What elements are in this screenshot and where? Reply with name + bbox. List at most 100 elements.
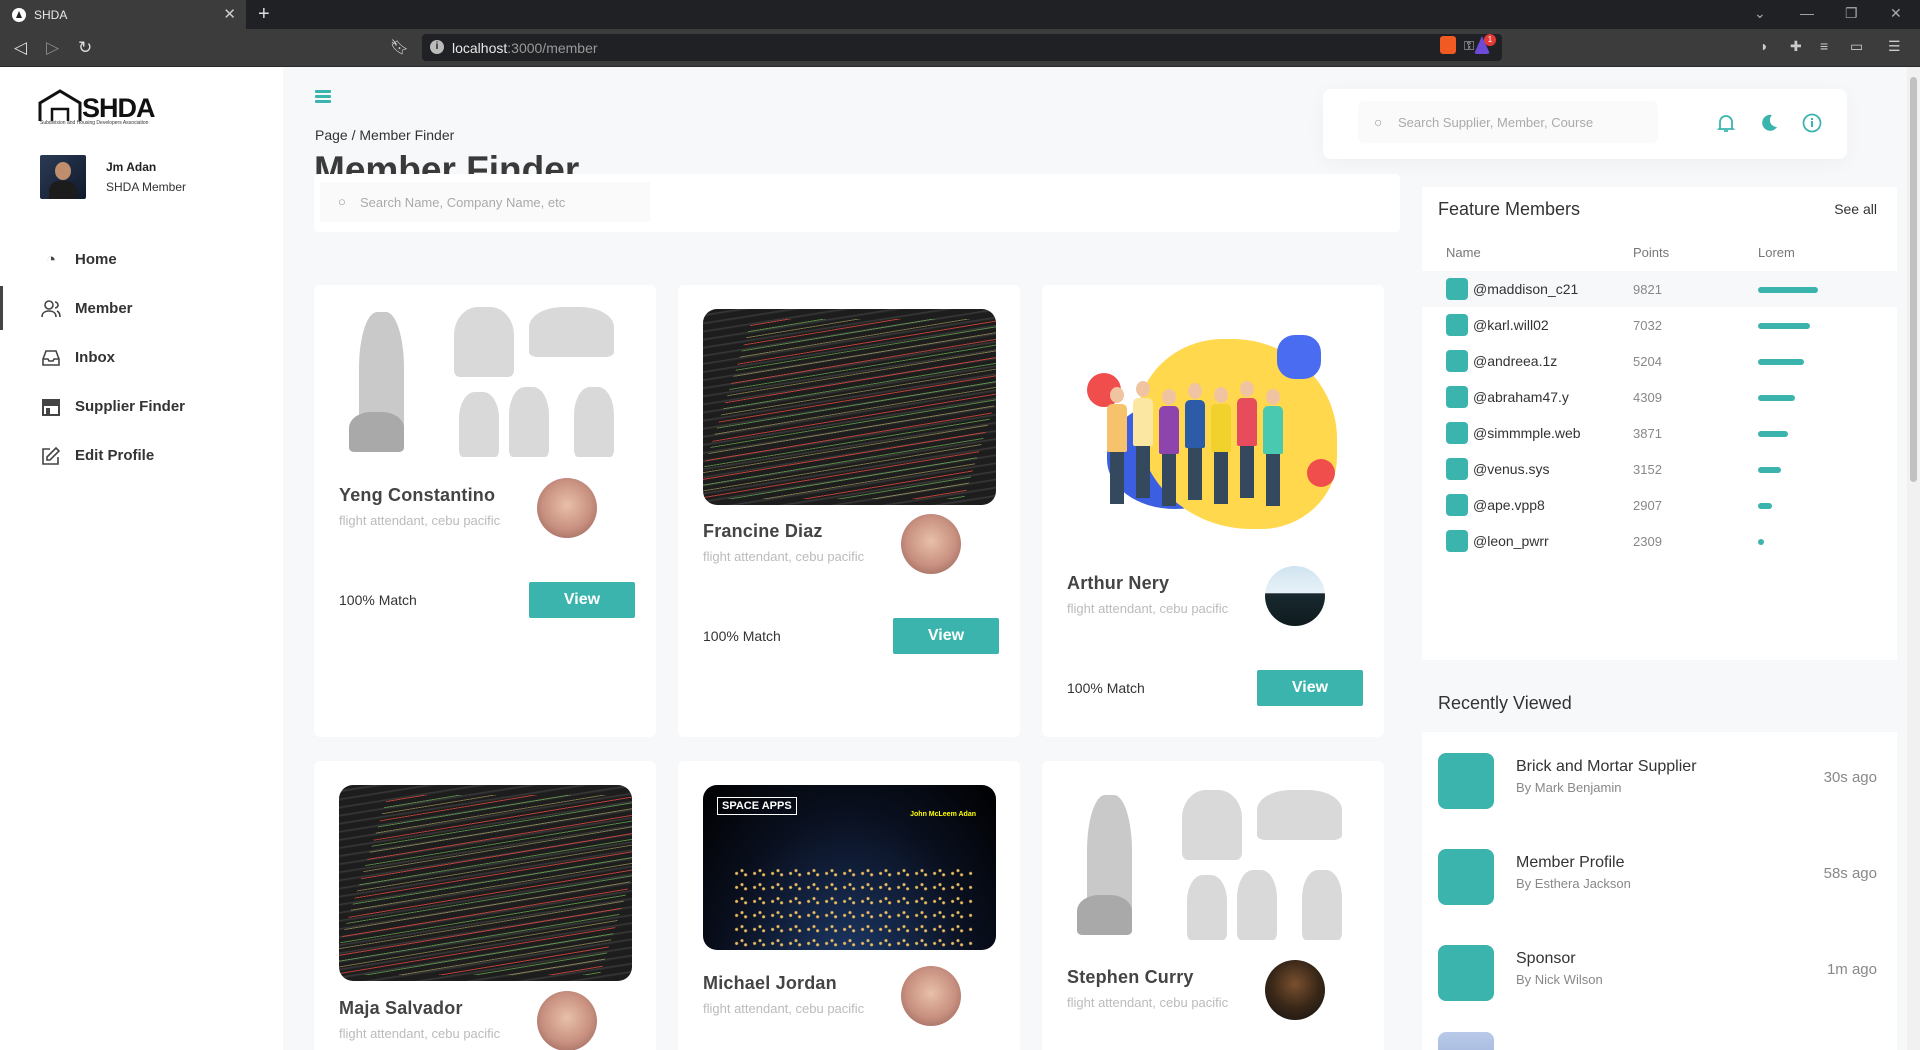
workout-illustration-image [339,302,632,468]
column-header-points: Points [1633,245,1670,260]
match-label: 100% Match [703,628,781,644]
bookmark-icon[interactable]: 🔖︎ [390,38,409,56]
points-bar [1758,467,1781,473]
feature-member-row[interactable]: @simmmple.web 3871 [1422,415,1897,451]
code-screen-image [339,785,632,981]
scrollbar-thumb[interactable] [1910,77,1917,482]
member-card: SPACE APPS John McLeem Adan Michael Jord… [678,761,1020,1050]
see-all-link[interactable]: See all [1834,201,1877,217]
feature-member-row[interactable]: @venus.sys 3152 [1422,451,1897,487]
browser-tab[interactable]: SHDA ✕ [0,0,246,29]
sidebar-item-inbox[interactable]: Inbox [0,333,283,382]
member-card: Arthur Nery flight attendant, cebu pacif… [1042,285,1384,737]
member-color-swatch [1446,350,1468,372]
user-name: Jm Adan [106,160,157,174]
recent-item-time: 58s ago [1823,865,1877,882]
points-bar [1758,323,1810,329]
forward-icon[interactable]: ▷ [46,38,59,58]
recent-item[interactable]: Member Profile By Esthera Jackson 58s ag… [1422,828,1897,924]
recently-viewed-title: Recently Viewed [1438,693,1572,713]
sidebar-item-edit-profile[interactable]: Edit Profile [0,431,283,480]
member-subtitle: flight attendant, cebu pacific [1067,601,1229,616]
wallet-card-icon[interactable]: ▭ [1850,38,1866,54]
url-host: localhost [452,39,508,56]
feature-member-row[interactable]: @ape.vpp8 2907 [1422,487,1897,523]
sidebar-item-supplier-finder[interactable]: Supplier Finder [0,382,283,431]
member-name: Arthur Nery [1067,573,1170,593]
member-handle: @abraham47.y [1473,389,1569,405]
page-scrollbar[interactable] [1907,67,1920,1050]
member-name: Stephen Curry [1067,967,1194,987]
recent-item[interactable]: Sponsor By Nick Wilson 1m ago [1422,924,1897,1020]
member-avatar [537,991,597,1050]
sidebar-item-label: Member [75,300,133,317]
global-search-placeholder: Search Supplier, Member, Course [1398,114,1594,130]
member-subtitle: flight attendant, cebu pacific [1067,995,1229,1010]
member-search-bar: ○ Search Name, Company Name, etc [314,174,1400,232]
user-role: SHDA Member [106,180,187,194]
member-color-swatch [1446,278,1468,300]
hamburger-menu-icon[interactable] [315,90,331,104]
store-icon [40,396,62,418]
sidebar-item-home[interactable]: ◔ Home [0,235,283,284]
info-icon[interactable] [1801,113,1823,135]
member-subtitle: flight attendant, cebu pacific [339,1026,501,1041]
space-apps-image: SPACE APPS John McLeem Adan [703,785,996,950]
view-button[interactable]: View [1257,670,1363,706]
feature-member-row[interactable]: @maddison_c21 9821 [1422,271,1897,307]
feature-member-row[interactable]: @abraham47.y 4309 [1422,379,1897,415]
tab-search-icon[interactable]: ⌄ [1754,5,1766,22]
member-points: 3871 [1633,426,1662,441]
minimize-icon[interactable]: — [1800,5,1814,21]
recent-item[interactable] [1422,1020,1897,1050]
member-points: 2309 [1633,534,1662,549]
site-info-icon[interactable]: i [430,40,444,54]
url-field[interactable]: i localhost:3000/member ⚿ [422,34,1502,61]
brave-shield-icon[interactable] [1440,36,1456,54]
recent-item[interactable]: Brick and Mortar Supplier By Mark Benjam… [1422,732,1897,828]
logo[interactable]: SHDA Subdivision and Housing Developers … [38,87,158,127]
points-bar [1758,503,1773,509]
reload-icon[interactable]: ↻ [78,38,92,58]
recent-item-author: By Mark Benjamin [1516,780,1622,795]
feature-member-row[interactable]: @andreea.1z 5204 [1422,343,1897,379]
playlist-icon[interactable]: ≡ [1820,38,1836,54]
feature-members-title: Feature Members [1438,199,1581,219]
recent-item-thumbnail [1438,945,1494,1001]
extensions-icon[interactable]: ✚ [1790,38,1806,54]
feature-member-row[interactable]: @leon_pwrr 2309 [1422,523,1897,559]
member-subtitle: flight attendant, cebu pacific [703,549,865,564]
member-color-swatch [1446,422,1468,444]
wallet-icon[interactable]: ◗ [1760,38,1776,54]
view-button[interactable]: View [893,618,999,654]
sidebar-item-label: Supplier Finder [75,398,186,415]
column-header-name: Name [1446,245,1481,260]
page: SHDA Subdivision and Housing Developers … [0,67,1920,1050]
member-search-input[interactable]: ○ Search Name, Company Name, etc [320,182,650,222]
window-close-icon[interactable]: ✕ [1890,5,1902,22]
bell-icon[interactable] [1715,113,1737,135]
sidebar-item-member[interactable]: Member [0,284,283,333]
column-header-lorem: Lorem [1758,245,1795,260]
rewards-badge: 1 [1484,34,1496,46]
feature-member-row[interactable]: @karl.will02 7032 [1422,307,1897,343]
view-button[interactable]: View [529,582,635,618]
breadcrumb: Page / Member Finder [315,127,455,143]
restore-icon[interactable]: ❐ [1845,5,1858,22]
member-color-swatch [1446,458,1468,480]
new-tab-icon[interactable]: + [258,3,270,26]
recent-item-author: By Esthera Jackson [1516,876,1631,891]
recent-item-thumbnail [1438,753,1494,809]
member-handle: @simmmple.web [1473,425,1581,441]
member-card: Stephen Curry flight attendant, cebu pac… [1042,761,1384,1050]
moon-icon[interactable] [1758,113,1780,135]
close-tab-icon[interactable]: ✕ [223,5,236,23]
key-icon[interactable]: ⚿ [1464,38,1474,54]
browser-menu-icon[interactable]: ☰ [1888,38,1904,54]
member-handle: @maddison_c21 [1473,281,1579,297]
browser-tabbar: SHDA ✕ + ⌄ — ❐ ✕ [0,0,1920,29]
user-profile[interactable]: Jm Adan SHDA Member [40,155,260,199]
back-icon[interactable]: ◁ [14,38,27,58]
member-points: 4309 [1633,390,1662,405]
global-search-input[interactable]: ○ Search Supplier, Member, Course [1358,101,1658,143]
